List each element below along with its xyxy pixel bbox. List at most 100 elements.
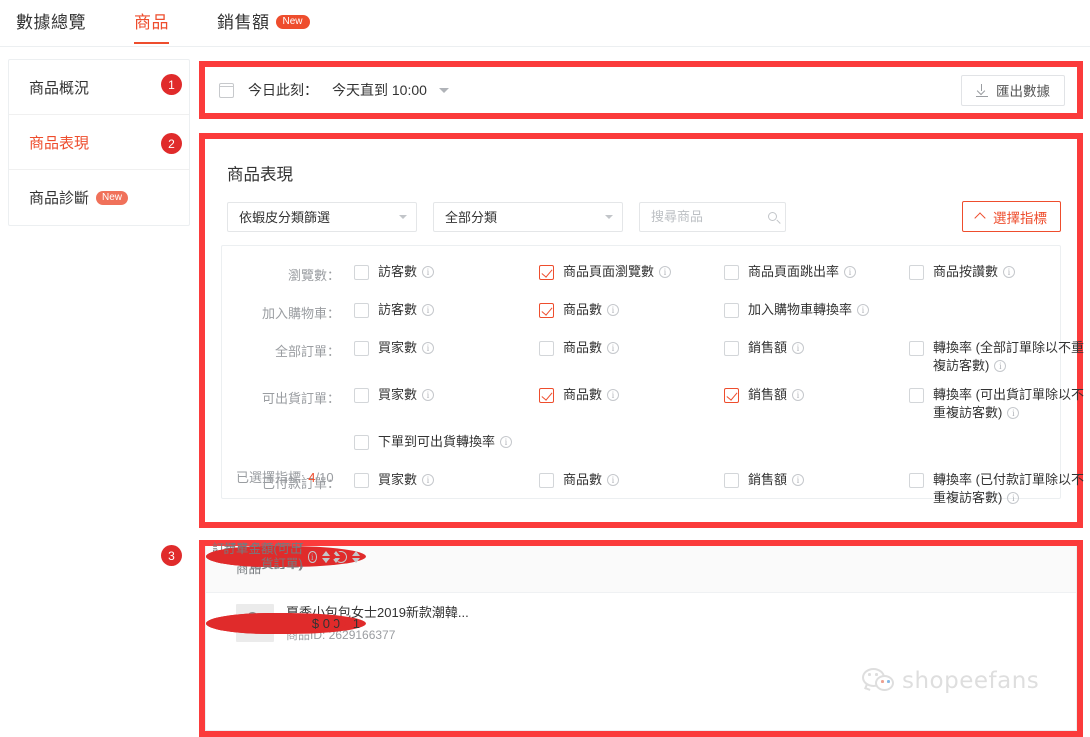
tab-0[interactable]: 數據總覽 (16, 0, 86, 44)
filter-row: 依蝦皮分類篩選 全部分類 選擇指標 (221, 201, 1061, 232)
metric-label: 銷售額 i (748, 471, 805, 489)
checkbox-checked[interactable] (539, 388, 554, 403)
metric-cell-0-0[interactable]: 訪客數 i (354, 260, 539, 281)
category-all-select[interactable]: 全部分類 (433, 201, 623, 232)
info-icon[interactable]: i (1003, 266, 1016, 278)
checkbox-unchecked[interactable] (354, 303, 369, 318)
checkbox-unchecked[interactable] (724, 265, 739, 280)
tab-1[interactable]: 商品 (134, 0, 169, 44)
metric-cell-3-0[interactable]: 買家數 i (354, 383, 539, 404)
info-icon[interactable]: i (607, 342, 620, 354)
metric-cell-2-1[interactable]: 商品數 i (539, 336, 724, 357)
category-filter-value: 依蝦皮分類篩選 (239, 210, 331, 225)
metric-cell-2-3[interactable]: 轉換率 (全部訂單除以不重複訪客數) i (909, 336, 1090, 375)
sidebar-item-2[interactable]: 商品診斷 New (9, 170, 189, 225)
metric-cell-5-0[interactable]: 買家數 i (354, 468, 539, 489)
info-icon[interactable]: i (500, 436, 513, 448)
metric-cell-1-2[interactable]: 加入購物車轉換率 i (724, 298, 909, 319)
metric-cell-2-2[interactable]: 銷售額 i (724, 336, 909, 357)
metric-cell-0-3[interactable]: 商品按讚數 i (909, 260, 1090, 281)
metric-cell-0-2[interactable]: 商品頁面跳出率 i (724, 260, 909, 281)
checkbox-checked[interactable] (724, 388, 739, 403)
metric-label: 商品數 i (563, 301, 620, 319)
metric-label: 加入購物車轉換率 i (748, 301, 870, 319)
checkbox-unchecked[interactable] (909, 265, 924, 280)
select-metrics-label: 選擇指標 (993, 210, 1047, 226)
select-metrics-button[interactable]: 選擇指標 (962, 201, 1061, 232)
info-icon[interactable]: i (1007, 407, 1020, 419)
info-icon[interactable]: i (607, 474, 620, 486)
info-icon[interactable]: i (607, 389, 620, 401)
metric-label-text: 銷售額 (748, 340, 788, 355)
watermark: shopeefans (862, 668, 1039, 694)
metric-label: 商品數 i (563, 386, 620, 404)
info-icon[interactable]: i (607, 304, 620, 316)
info-icon[interactable]: i (307, 550, 317, 563)
metric-label: 下單到可出貨轉換率 i (378, 433, 513, 451)
info-icon[interactable]: i (659, 266, 672, 278)
sort-arrows-icon[interactable] (352, 550, 360, 563)
table-header-cell-4[interactable]: 訂單金額(可出貨訂單) i (206, 542, 336, 571)
checkbox-unchecked[interactable] (909, 473, 924, 488)
metric-cell-5-1[interactable]: 商品數 i (539, 468, 724, 489)
info-icon[interactable]: i (792, 474, 805, 486)
metric-cell-5-2[interactable]: 銷售額 i (724, 468, 909, 489)
checkbox-unchecked[interactable] (354, 473, 369, 488)
metric-group-label: 可出貨訂單： (261, 391, 340, 406)
info-icon[interactable]: i (1007, 492, 1020, 504)
checkbox-unchecked[interactable] (539, 341, 554, 356)
info-icon[interactable]: i (422, 304, 435, 316)
metric-label: 轉換率 (已付款訂單除以不重複訪客數) i (933, 471, 1090, 507)
metric-cell-2-0[interactable]: 買家數 i (354, 336, 539, 357)
metric-label-text: 訪客數 (378, 302, 418, 317)
metric-cell-5-3[interactable]: 轉換率 (已付款訂單除以不重複訪客數) i (909, 468, 1090, 507)
table-row[interactable]: 夏季小包包女士2019新款潮韓...商品ID: 2629166377100$ 0 (206, 593, 1076, 653)
selected-metrics-total: /10 (315, 470, 334, 485)
chevron-down-icon[interactable] (438, 87, 449, 93)
metric-group-label: 全部訂單： (274, 344, 340, 359)
metric-row-1: 加入購物車： 訪客數 i 商品數 i 加入購物車轉換率 i (222, 298, 1060, 328)
checkbox-checked[interactable] (539, 265, 554, 280)
metric-cell-1-1[interactable]: 商品數 i (539, 298, 724, 319)
checkbox-unchecked[interactable] (354, 388, 369, 403)
sort-arrows-icon[interactable] (322, 550, 330, 563)
metric-cell-3-3[interactable]: 轉換率 (可出貨訂單除以不重複訪客數) i (909, 383, 1090, 422)
metric-cell-0-1[interactable]: 商品頁面瀏覽數 i (539, 260, 724, 281)
info-icon[interactable]: i (844, 266, 857, 278)
checkbox-unchecked[interactable] (909, 388, 924, 403)
tab-label: 銷售額 (217, 13, 270, 32)
search-product-box[interactable] (639, 201, 786, 232)
app-root: 數據總覽 商品 銷售額 New 商品概況 商品表現 商品診斷 New 1 2 3 今日此刻：… (0, 0, 1090, 737)
info-icon[interactable]: i (422, 474, 435, 486)
info-icon[interactable]: i (857, 304, 870, 316)
info-icon[interactable]: i (422, 342, 435, 354)
search-icon (768, 212, 777, 221)
info-icon[interactable]: i (422, 266, 435, 278)
checkbox-unchecked[interactable] (909, 341, 924, 356)
tab-2[interactable]: 銷售額 New (217, 0, 310, 44)
date-range-value[interactable]: 今天直到 10:00 (332, 80, 427, 100)
checkbox-unchecked[interactable] (354, 265, 369, 280)
metric-group-label (232, 430, 340, 435)
checkbox-unchecked[interactable] (724, 473, 739, 488)
checkbox-unchecked[interactable] (724, 303, 739, 318)
info-icon[interactable]: i (792, 389, 805, 401)
info-icon[interactable]: i (994, 360, 1007, 372)
metric-label-text: 商品頁面跳出率 (748, 264, 840, 279)
checkbox-unchecked[interactable] (354, 435, 369, 450)
category-filter-select[interactable]: 依蝦皮分類篩選 (227, 201, 417, 232)
metric-cell-3-1[interactable]: 商品數 i (539, 383, 724, 404)
info-icon[interactable]: i (422, 389, 435, 401)
info-icon[interactable]: i (792, 342, 805, 354)
checkbox-unchecked[interactable] (724, 341, 739, 356)
checkbox-checked[interactable] (539, 303, 554, 318)
export-data-button[interactable]: 匯出數據 (961, 74, 1065, 106)
metric-cell-3-2[interactable]: 銷售額 i (724, 383, 909, 404)
search-input[interactable] (651, 209, 764, 224)
checkbox-unchecked[interactable] (539, 473, 554, 488)
metric-cell-4-0[interactable]: 下單到可出貨轉換率 i (354, 430, 539, 451)
metric-label-text: 商品數 (563, 387, 603, 402)
chevron-down-icon (605, 214, 613, 219)
metric-cell-1-0[interactable]: 訪客數 i (354, 298, 539, 319)
checkbox-unchecked[interactable] (354, 341, 369, 356)
